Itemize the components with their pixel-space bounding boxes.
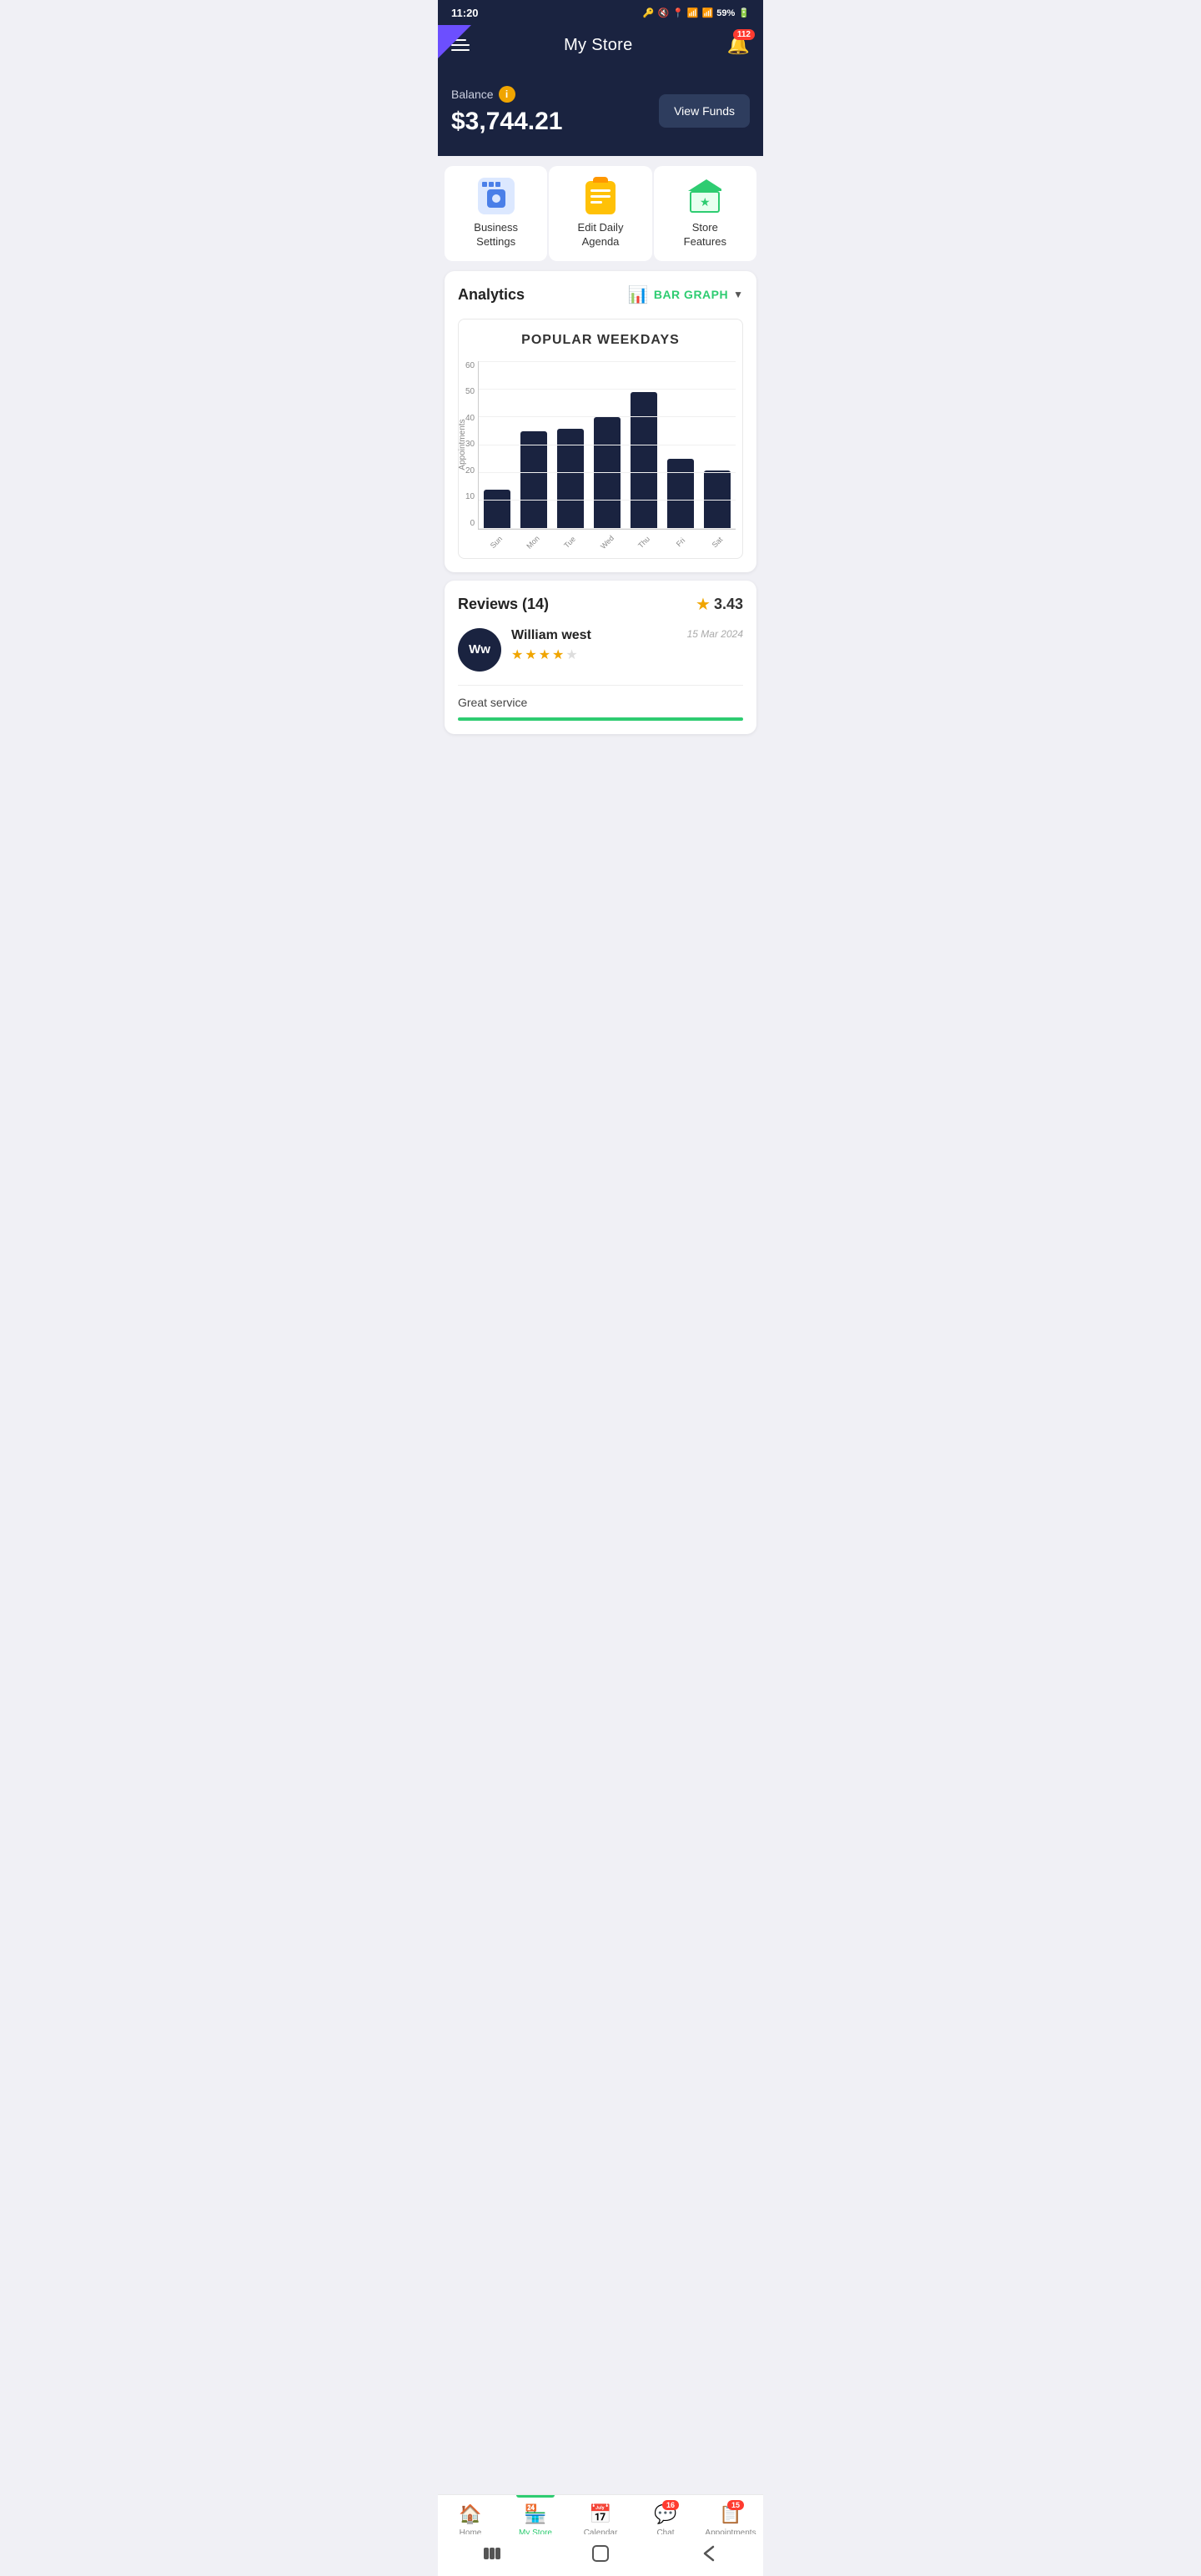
rating-summary: ★ 3.43 [696, 594, 743, 615]
balance-amount: $3,744.21 [451, 108, 562, 136]
bar-chart: POPULAR WEEKDAYS 60 50 40 30 20 10 0 [458, 319, 743, 559]
star-1: ★ [511, 647, 523, 663]
view-funds-button[interactable]: View Funds [659, 94, 750, 128]
system-home-button[interactable] [588, 2541, 613, 2566]
bar-tue [554, 361, 587, 529]
y-axis-label: Appointments [458, 420, 467, 470]
appointments-badge: 15 [727, 2500, 744, 2510]
header: My Store 🔔 112 [438, 26, 763, 69]
bar-chart-icon: 📊 [628, 284, 649, 305]
status-bar: 11:20 🔑 🔇 📍 📶 📶 59% 🔋 [438, 0, 763, 26]
business-settings-label: Business Settings [474, 221, 518, 249]
star-3: ★ [539, 647, 550, 663]
location-icon: 📍 [672, 8, 684, 18]
bar-wed [590, 361, 624, 529]
battery-text: 59% [716, 8, 735, 18]
status-time: 11:20 [451, 7, 479, 19]
reviewer-avatar: Ww [458, 628, 501, 672]
mute-icon: 🔇 [657, 8, 669, 18]
review-stars: ★ ★ ★ ★ ★ [511, 647, 743, 663]
store-features-label: Store Features [684, 221, 726, 249]
wifi-icon: 📶 [687, 8, 699, 18]
review-content: William west 15 Mar 2024 ★ ★ ★ ★ ★ [511, 628, 743, 672]
chat-badge: 16 [662, 2500, 679, 2510]
notification-button[interactable]: 🔔 112 [727, 34, 750, 56]
review-item: Ww William west 15 Mar 2024 ★ ★ ★ ★ ★ [458, 628, 743, 682]
balance-info-icon[interactable]: i [499, 86, 515, 103]
y-label-60: 60 [465, 361, 475, 370]
chevron-down-icon: ▼ [733, 289, 743, 300]
system-nav [438, 2534, 763, 2576]
store-features-icon: ★ [686, 178, 723, 214]
star-2: ★ [525, 647, 536, 663]
reviews-header: Reviews (14) ★ 3.43 [458, 594, 743, 615]
key-icon: 🔑 [643, 8, 655, 18]
status-icons: 🔑 🔇 📍 📶 📶 59% 🔋 [643, 8, 750, 18]
analytics-header: Analytics 📊 BAR GRAPH ▼ [458, 284, 743, 305]
calendar-icon: 📅 [589, 2503, 611, 2525]
balance-label: Balance i [451, 86, 562, 103]
chart-area: 60 50 40 30 20 10 0 [465, 361, 736, 551]
edit-daily-agenda-label: Edit Daily Agenda [578, 221, 624, 249]
bar-sun [480, 361, 514, 529]
system-menu-button[interactable] [480, 2541, 505, 2566]
balance-card: Balance i $3,744.21 View Funds [438, 69, 763, 156]
chart-type-label: BAR GRAPH [654, 288, 728, 301]
y-label-0: 0 [470, 519, 475, 528]
reviewer-name: William west [511, 628, 591, 643]
chart-type-button[interactable]: 📊 BAR GRAPH ▼ [628, 284, 743, 305]
bar-thu [627, 361, 661, 529]
edit-daily-agenda-card[interactable]: Edit Daily Agenda [549, 166, 651, 261]
analytics-title: Analytics [458, 286, 525, 304]
review-date: 15 Mar 2024 [687, 628, 743, 640]
y-label-10: 10 [465, 492, 475, 501]
avg-rating: 3.43 [714, 596, 743, 613]
business-settings-icon [478, 178, 515, 214]
home-icon: 🏠 [459, 2503, 481, 2525]
system-back-button[interactable] [696, 2541, 721, 2566]
balance-info: Balance i $3,744.21 [451, 86, 562, 136]
quick-actions: Business Settings [438, 156, 763, 271]
review-divider [458, 685, 743, 686]
avg-star-icon: ★ [696, 594, 711, 615]
business-settings-card[interactable]: Business Settings [445, 166, 547, 261]
signal-icon: 📶 [702, 8, 714, 18]
chart-title: POPULAR WEEKDAYS [465, 333, 736, 348]
x-axis-labels: Sun Mon Tue Wed Thu Fri Sat [478, 533, 736, 551]
bar-fri [664, 361, 697, 529]
battery-icon: 🔋 [738, 8, 750, 18]
review-text: Great service [458, 696, 527, 709]
store-features-card[interactable]: ★ Store Features [654, 166, 756, 261]
analytics-section: Analytics 📊 BAR GRAPH ▼ POPULAR WEEKDAYS… [445, 271, 756, 572]
my-store-icon: 🏪 [524, 2503, 546, 2525]
reviews-section: Reviews (14) ★ 3.43 Ww William west 15 M… [445, 581, 756, 734]
header-title: My Store [564, 36, 632, 55]
star-5: ★ [565, 647, 577, 663]
y-label-50: 50 [465, 387, 475, 396]
bar-mon [517, 361, 550, 529]
reviews-title: Reviews (14) [458, 596, 549, 613]
notification-badge: 112 [733, 29, 755, 40]
promo-banner [438, 25, 471, 58]
bar-sat [701, 361, 734, 529]
edit-daily-agenda-icon [582, 178, 619, 214]
star-4: ★ [552, 647, 564, 663]
